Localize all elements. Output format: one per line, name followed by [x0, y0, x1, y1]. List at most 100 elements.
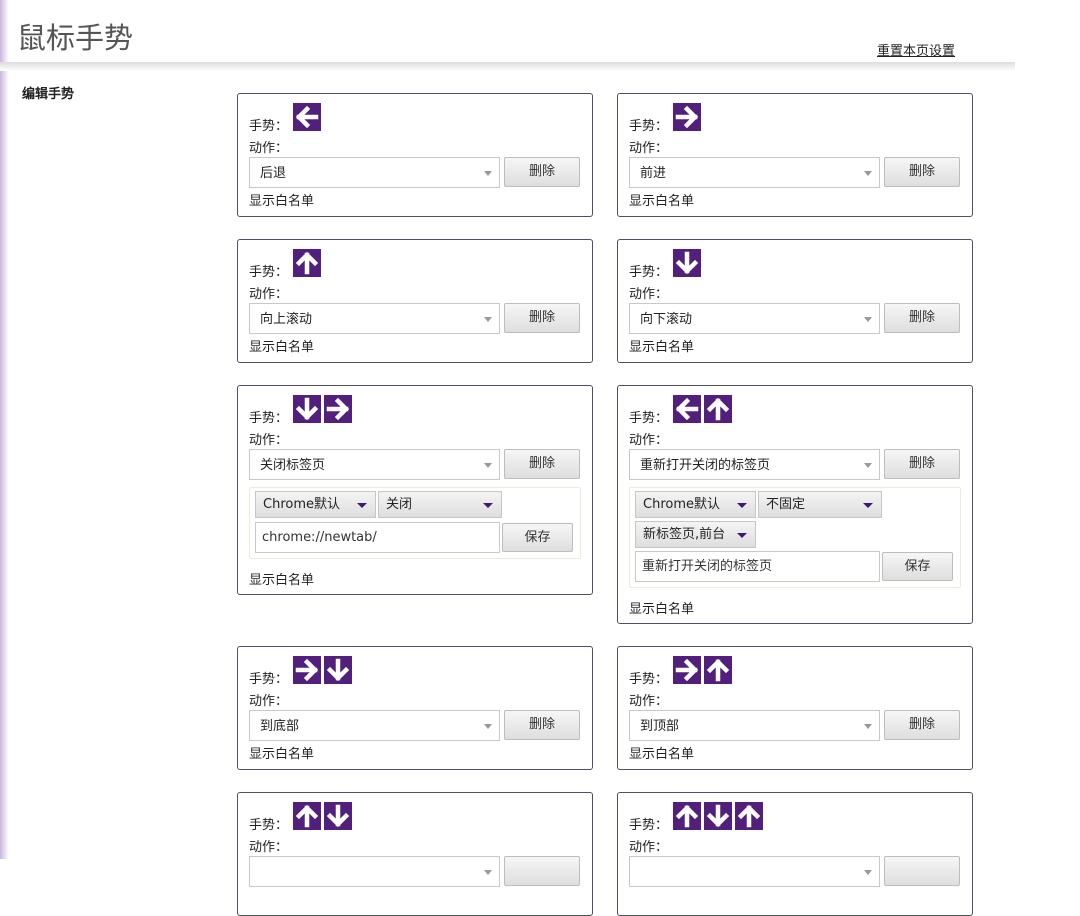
save-button[interactable]: 保存: [882, 552, 953, 581]
gesture-arrows: [293, 656, 352, 684]
action-select[interactable]: 向下滚动: [629, 303, 880, 334]
action-label: 动作：: [629, 840, 669, 855]
delete-button[interactable]: 删除: [504, 157, 580, 187]
pin-mode-select[interactable]: 不固定: [758, 491, 882, 518]
tab-mode-value: Chrome默认: [643, 497, 720, 512]
delete-button[interactable]: 删除: [884, 710, 960, 740]
gesture-label: 手势：: [249, 818, 289, 833]
pin-mode-select[interactable]: 关闭: [378, 491, 502, 518]
action-select-value: 前进: [640, 166, 667, 181]
url-input[interactable]: 重新打开关闭的标签页: [635, 551, 880, 582]
delete-button[interactable]: 删除: [884, 303, 960, 333]
action-select-value: 向上滚动: [260, 312, 313, 327]
gesture-card-forward: 手势： 动作： 前进 删除 显示白名单: [617, 93, 973, 217]
gesture-label: 手势：: [629, 411, 669, 426]
action-select[interactable]: 向上滚动: [249, 303, 500, 334]
arrow-up-icon: [735, 802, 763, 830]
tab-position-select[interactable]: 新标签页,前台: [635, 521, 756, 548]
gesture-card-scroll-down: 手势： 动作： 向下滚动 删除 显示白名单: [617, 239, 973, 363]
chevron-down-icon: [864, 870, 872, 875]
arrow-left-icon: [673, 395, 701, 423]
chevron-down-icon: [737, 533, 747, 538]
gesture-card-up-down-up: 手势： 动作：: [617, 792, 973, 916]
gesture-arrows: [293, 103, 321, 131]
url-input-value: chrome://newtab/: [262, 530, 377, 545]
arrow-up-icon: [293, 249, 321, 277]
gesture-label: 手势：: [629, 119, 669, 134]
show-whitelist-link[interactable]: 显示白名单: [629, 336, 694, 355]
tab-mode-value: Chrome默认: [263, 497, 340, 512]
action-select[interactable]: 前进: [629, 157, 880, 188]
arrow-right-icon: [673, 656, 701, 684]
delete-button[interactable]: 删除: [504, 449, 580, 479]
action-label: 动作：: [249, 840, 289, 855]
gesture-card-reopen-tab: 手势： 动作： 重新打开关闭的标签页 删除 Chrome默认 不固定 新标签页,…: [617, 385, 973, 624]
gesture-arrows: [673, 395, 732, 423]
gesture-label: 手势：: [629, 672, 669, 687]
chevron-down-icon: [864, 171, 872, 176]
chevron-down-icon: [863, 503, 873, 508]
save-button[interactable]: 保存: [502, 523, 573, 552]
gesture-card-to-top: 手势： 动作： 到顶部 删除 显示白名单: [617, 646, 973, 770]
gesture-label: 手势：: [249, 672, 289, 687]
delete-button[interactable]: 删除: [884, 449, 960, 479]
action-select[interactable]: [629, 856, 880, 887]
action-select-value: 关闭标签页: [260, 458, 326, 473]
arrow-up-icon: [704, 395, 732, 423]
gesture-arrows: [673, 103, 701, 131]
url-input[interactable]: chrome://newtab/: [255, 522, 500, 553]
show-whitelist-link[interactable]: 显示白名单: [249, 569, 314, 588]
delete-button[interactable]: 删除: [504, 710, 580, 740]
chevron-down-icon: [483, 503, 493, 508]
chevron-down-icon: [864, 724, 872, 729]
delete-button[interactable]: 删除: [504, 303, 580, 333]
arrow-up-icon: [704, 656, 732, 684]
show-whitelist-link[interactable]: 显示白名单: [629, 190, 694, 209]
reset-page-settings-link[interactable]: 重置本页设置: [877, 40, 955, 59]
gesture-card-up-down: 手势： 动作：: [237, 792, 593, 916]
show-whitelist-link[interactable]: 显示白名单: [629, 598, 694, 617]
action-select[interactable]: 后退: [249, 157, 500, 188]
header-divider: [0, 62, 1015, 71]
gesture-arrows: [673, 249, 701, 277]
chevron-down-icon: [484, 870, 492, 875]
action-select[interactable]: 关闭标签页: [249, 449, 500, 480]
arrow-left-icon: [293, 103, 321, 131]
gesture-arrows: [293, 802, 352, 830]
chevron-down-icon: [484, 463, 492, 468]
action-label: 动作：: [249, 694, 289, 709]
show-whitelist-link[interactable]: 显示白名单: [249, 190, 314, 209]
action-select[interactable]: [249, 856, 500, 887]
show-whitelist-link[interactable]: 显示白名单: [249, 743, 314, 762]
delete-button[interactable]: [504, 856, 580, 886]
action-select-value: 向下滚动: [640, 312, 693, 327]
action-select-value: 后退: [260, 166, 287, 181]
arrow-down-icon: [673, 249, 701, 277]
delete-button[interactable]: [884, 856, 960, 886]
tab-mode-select[interactable]: Chrome默认: [255, 491, 376, 518]
delete-button[interactable]: 删除: [884, 157, 960, 187]
arrow-down-icon: [324, 656, 352, 684]
action-options-panel: Chrome默认 关闭 chrome://newtab/ 保存: [249, 487, 581, 559]
arrow-down-icon: [293, 395, 321, 423]
arrow-right-icon: [293, 656, 321, 684]
chevron-down-icon: [484, 724, 492, 729]
action-options-panel: Chrome默认 不固定 新标签页,前台 重新打开关闭的标签页 保存: [629, 487, 961, 588]
action-label: 动作：: [249, 141, 289, 156]
tab-mode-select[interactable]: Chrome默认: [635, 491, 756, 518]
action-select-value: 到底部: [260, 719, 300, 734]
gesture-arrows: [293, 249, 321, 277]
action-select[interactable]: 到顶部: [629, 710, 880, 741]
gesture-label: 手势：: [249, 265, 289, 280]
gesture-label: 手势：: [249, 411, 289, 426]
show-whitelist-link[interactable]: 显示白名单: [249, 336, 314, 355]
left-edge-strip: [0, 0, 9, 859]
action-label: 动作：: [629, 694, 669, 709]
arrow-down-icon: [324, 802, 352, 830]
chevron-down-icon: [357, 503, 367, 508]
chevron-down-icon: [484, 317, 492, 322]
action-select[interactable]: 到底部: [249, 710, 500, 741]
action-select[interactable]: 重新打开关闭的标签页: [629, 449, 880, 480]
show-whitelist-link[interactable]: 显示白名单: [629, 743, 694, 762]
pin-mode-value: 不固定: [766, 497, 806, 512]
